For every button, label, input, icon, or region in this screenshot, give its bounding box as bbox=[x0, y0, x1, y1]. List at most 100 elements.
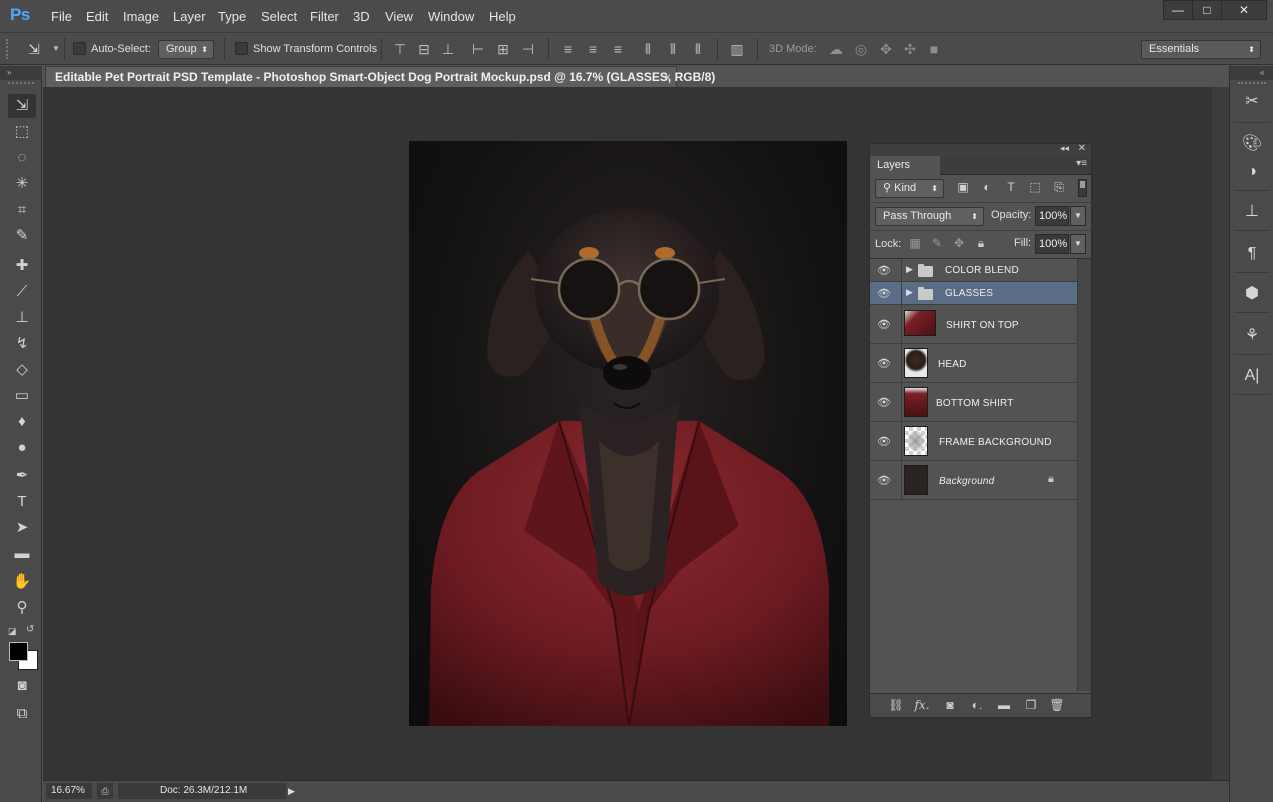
filter-pixel-icon[interactable]: ▣ bbox=[954, 180, 972, 194]
pen-tool-icon[interactable]: ✒ bbox=[8, 464, 36, 488]
fx-icon[interactable]: fx. bbox=[913, 698, 931, 712]
menu-image[interactable]: Image bbox=[123, 9, 159, 24]
new-layer-icon[interactable]: ❐ bbox=[1022, 698, 1040, 712]
panel-menu-icon[interactable]: ▾≡ bbox=[1076, 158, 1087, 169]
tools-presets-icon[interactable]: ✂ bbox=[1240, 90, 1264, 114]
close-window-button[interactable]: ✕ bbox=[1221, 0, 1267, 20]
layer-name[interactable]: HEAD bbox=[938, 359, 967, 370]
filter-kind-dropdown[interactable]: ⚲ Kind ⬍ bbox=[875, 179, 944, 198]
panel-collapse-icon[interactable]: ◂◂ bbox=[1060, 143, 1069, 154]
align-top-icon[interactable]: ⊤ bbox=[390, 39, 410, 59]
distribute-bottom-icon[interactable]: ≡ bbox=[608, 39, 628, 59]
menu-file[interactable]: File bbox=[51, 9, 72, 24]
align-right-icon[interactable]: ⊣ bbox=[518, 39, 538, 59]
opacity-dropdown-icon[interactable]: ▼ bbox=[1070, 206, 1086, 226]
document-tab[interactable]: Editable Pet Portrait PSD Template - Pho… bbox=[45, 66, 715, 87]
layer-name[interactable]: FRAME BACKGROUND bbox=[939, 437, 1052, 448]
distribute-vcenter-icon[interactable]: ≡ bbox=[583, 39, 603, 59]
clone-stamp-tool-icon[interactable]: ⊥ bbox=[8, 306, 36, 330]
zoom-tool-icon[interactable]: ⚲ bbox=[8, 596, 36, 620]
maximize-button[interactable]: □ bbox=[1192, 0, 1222, 20]
auto-align-icon[interactable]: ▥ bbox=[727, 39, 747, 59]
type-tool-icon[interactable]: T bbox=[8, 490, 36, 514]
workspace-dropdown[interactable]: Essentials ⬍ bbox=[1141, 40, 1261, 59]
layer-name[interactable]: SHIRT ON TOP bbox=[946, 320, 1019, 331]
eraser-tool-icon[interactable]: ◇ bbox=[8, 358, 36, 382]
adjustment-icon[interactable]: ◐. bbox=[968, 698, 986, 712]
show-transform-checkbox[interactable] bbox=[235, 42, 248, 55]
align-hcenter-icon[interactable]: ⊞ bbox=[493, 39, 513, 59]
auto-select-checkbox[interactable] bbox=[73, 42, 86, 55]
visibility-eye-icon[interactable]: 👁︎ bbox=[876, 396, 892, 409]
distribute-right-icon[interactable]: ⫴ bbox=[688, 39, 708, 59]
layer-row-glasses[interactable]: 👁︎ ▶ GLASSES bbox=[870, 282, 1077, 305]
filter-toggle-switch[interactable] bbox=[1078, 179, 1087, 197]
hand-tool-icon[interactable]: ✋ bbox=[8, 570, 36, 594]
healing-brush-tool-icon[interactable]: ✚ bbox=[8, 254, 36, 278]
dock-collapse-icon[interactable]: « bbox=[1230, 66, 1273, 80]
default-colors-icon[interactable]: ◪ bbox=[8, 626, 18, 636]
folder-icon[interactable]: ▬ bbox=[995, 698, 1013, 712]
auto-select-dropdown[interactable]: Group ⬍ bbox=[158, 40, 214, 59]
layer-name[interactable]: Background bbox=[939, 476, 994, 487]
visibility-eye-icon[interactable]: 👁︎ bbox=[876, 474, 892, 487]
dodge-tool-icon[interactable]: ● bbox=[8, 436, 36, 460]
visibility-eye-icon[interactable]: 👁︎ bbox=[876, 264, 892, 277]
expand-arrow-icon[interactable]: ▶ bbox=[906, 264, 913, 275]
fill-dropdown-icon[interactable]: ▼ bbox=[1070, 234, 1086, 254]
layer-row-bottom-shirt[interactable]: 👁︎ BOTTOM SHIRT bbox=[870, 383, 1077, 422]
menu-select[interactable]: Select bbox=[261, 9, 297, 24]
layer-row-color-blend[interactable]: 👁︎ ▶ COLOR BLEND bbox=[870, 259, 1077, 282]
menu-window[interactable]: Window bbox=[428, 9, 474, 24]
layer-row-shirt-on-top[interactable]: 👁︎ SHIRT ON TOP bbox=[870, 305, 1077, 344]
filter-adjustment-icon[interactable]: ◐ bbox=[978, 180, 996, 194]
blend-mode-dropdown[interactable]: Pass Through ⬍ bbox=[875, 207, 984, 226]
trash-icon[interactable]: 🗑︎ bbox=[1048, 698, 1066, 712]
crop-tool-icon[interactable]: ⌗ bbox=[8, 198, 36, 222]
menu-layer[interactable]: Layer bbox=[173, 9, 206, 24]
move-tool-icon[interactable]: ⇲ bbox=[8, 94, 36, 118]
visibility-eye-icon[interactable]: 👁︎ bbox=[876, 435, 892, 448]
clone-source-icon[interactable]: ⚘ bbox=[1240, 324, 1264, 348]
vertical-scrollbar[interactable] bbox=[1212, 87, 1229, 780]
tools-grip[interactable] bbox=[8, 82, 34, 85]
marquee-tool-icon[interactable]: ⬚ bbox=[8, 120, 36, 144]
lock-image-icon[interactable]: ✎ bbox=[928, 236, 946, 250]
menu-help[interactable]: Help bbox=[489, 9, 516, 24]
menu-type[interactable]: Type bbox=[218, 9, 246, 24]
magic-wand-tool-icon[interactable]: ✳ bbox=[8, 172, 36, 196]
align-vcenter-icon[interactable]: ⊟ bbox=[414, 39, 434, 59]
expand-arrow-icon[interactable]: ▶ bbox=[906, 287, 913, 298]
3d-slide-icon[interactable]: ✣ bbox=[900, 39, 920, 59]
shape-tool-icon[interactable]: ▬ bbox=[8, 542, 36, 566]
move-tool-preset-icon[interactable]: ⇲ bbox=[24, 39, 44, 59]
filter-smart-object-icon[interactable]: ⎘ bbox=[1050, 180, 1068, 195]
tools-collapse-icon[interactable]: » bbox=[0, 66, 42, 80]
status-menu-arrow-icon[interactable]: ▶ bbox=[288, 783, 300, 799]
align-left-icon[interactable]: ⊢ bbox=[468, 39, 488, 59]
visibility-eye-icon[interactable]: 👁︎ bbox=[876, 357, 892, 370]
blur-tool-icon[interactable]: ♦ bbox=[8, 410, 36, 434]
minimize-button[interactable]: — bbox=[1163, 0, 1193, 20]
menu-view[interactable]: View bbox=[385, 9, 413, 24]
menu-filter[interactable]: Filter bbox=[310, 9, 339, 24]
eyedropper-tool-icon[interactable]: ✎ bbox=[8, 224, 36, 248]
foreground-color-swatch[interactable] bbox=[9, 642, 28, 661]
layer-row-background[interactable]: 👁︎ Background 🔒︎ bbox=[870, 461, 1077, 500]
character-icon[interactable]: A| bbox=[1240, 364, 1264, 388]
distribute-hcenter-icon[interactable]: ⫴ bbox=[663, 39, 683, 59]
fill-input[interactable]: 100% bbox=[1035, 234, 1069, 254]
layer-row-frame-background[interactable]: 👁︎ FRAME BACKGROUND bbox=[870, 422, 1077, 461]
3d-pan-icon[interactable]: ✥ bbox=[876, 39, 896, 59]
distribute-left-icon[interactable]: ⫴ bbox=[638, 39, 658, 59]
3d-scale-icon[interactable]: ■ bbox=[924, 39, 944, 59]
3d-panel-icon[interactable]: ⬢ bbox=[1240, 282, 1264, 306]
panel-close-icon[interactable]: ✕ bbox=[1078, 143, 1086, 154]
adjustments-icon[interactable]: ◑ bbox=[1240, 160, 1264, 184]
layer-name[interactable]: COLOR BLEND bbox=[945, 265, 1019, 276]
lock-all-icon[interactable]: 🔒︎ bbox=[972, 236, 990, 251]
history-brush-tool-icon[interactable]: ↯ bbox=[8, 332, 36, 356]
lasso-tool-icon[interactable]: ◌ bbox=[8, 146, 36, 170]
path-selection-tool-icon[interactable]: ➤ bbox=[8, 516, 36, 540]
layer-row-head[interactable]: 👁︎ HEAD bbox=[870, 344, 1077, 383]
